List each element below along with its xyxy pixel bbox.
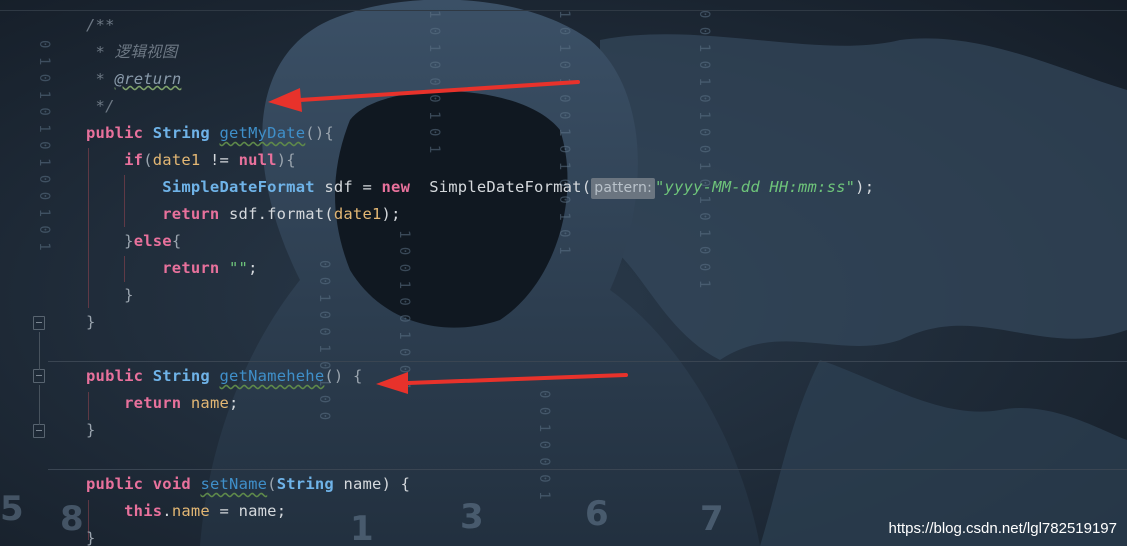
fold-icon[interactable] [33,424,45,438]
method-separator [48,361,1127,362]
code-line: } [86,417,96,444]
keyword-if: if [124,151,144,169]
signature-tail: (){ [305,124,334,142]
type-string: String [152,124,210,142]
fold-icon[interactable] [33,316,45,330]
code-line: }else{ [86,228,181,255]
code-line: /** [86,12,115,39]
code-line: this.name = name; [86,498,286,525]
keyword-return: return [124,394,182,412]
svg-text:1 0 0 1 0 0 1 0 0 1: 1 0 0 1 0 0 1 0 0 1 [396,230,412,390]
method-separator [48,469,1127,470]
code-line: * 逻辑视图 [86,39,178,66]
editor-screenshot: 0 1 0 1 0 1 0 1 0 0 1 0 1 0 0 1 0 0 1 0 … [0,0,1127,546]
brace: } [124,232,134,250]
annotation-arrow-icon [376,372,628,394]
field-name: name [190,394,230,412]
brace: } [86,529,96,546]
variable-date1: date1 [333,205,382,223]
javadoc-return-tag: @return [114,70,182,88]
code-line: public void setName(String name) { [86,471,410,498]
keyword-null: null [238,151,277,169]
svg-text:5: 5 [0,489,24,529]
hooded-figure-shape [200,0,760,546]
statement-end: ); [381,205,401,223]
svg-text:6: 6 [585,494,609,534]
paren: ( [267,475,277,493]
code-line: public String getNamehehe() { [86,363,363,390]
type-simpledateformat: SimpleDateFormat [162,178,315,196]
empty-string: "" [229,259,249,277]
assignment: = name; [209,502,287,520]
code-line: */ [86,93,115,120]
code-line: return ""; [86,255,258,282]
code-line: return name; [86,390,239,417]
top-separator [0,10,1127,11]
keyword-public: public [86,475,144,493]
field-name: name [171,502,210,520]
svg-text:0 0 1 0 0 0 1: 0 0 1 0 0 0 1 [536,390,552,500]
svg-text:8: 8 [60,499,84,539]
statement-end: ); [855,178,875,196]
variable-date1: date1 [152,151,201,169]
method-name-setname[interactable]: setName [200,475,267,493]
watermark-url: https://blog.csdn.net/lgl782519197 [888,520,1117,537]
svg-text:1 0 1 0 1 0 0 1 0 1 0 0 1 0 1: 1 0 1 0 1 0 0 1 0 1 0 0 1 0 1 [556,10,572,254]
code-line: return sdf.format(date1); [86,201,401,228]
brace: } [86,421,96,439]
svg-text:0 0 1 0 0 1 0 1 0 0: 0 0 1 0 0 1 0 1 0 0 [316,260,332,420]
comment-close: */ [95,97,115,115]
method-name-getmydate[interactable]: getMyDate [220,124,306,142]
keyword-void: void [152,475,191,493]
statement-end: ; [229,394,239,412]
keyword-this: this [124,502,163,520]
svg-text:1 0 1 0 0 0 1 0 1: 1 0 1 0 0 0 1 0 1 [426,10,442,153]
keyword-public: public [86,367,144,385]
operator: != [200,151,239,169]
annotation-arrow-icon [268,80,580,112]
statement-end: ; [248,259,258,277]
dot: . [162,502,172,520]
code-line: } [86,282,134,309]
code-line: * @return [86,66,182,93]
pattern-string: "yyyy-MM-dd HH:mm:ss" [655,178,856,196]
method-name-getnamehehe[interactable]: getNamehehe [220,367,325,385]
type-string: String [276,475,334,493]
svg-text:7: 7 [700,499,724,539]
keyword-return: return [162,259,220,277]
type-string: String [152,367,210,385]
keyword-else: else [133,232,172,250]
format-call: sdf.format( [219,205,334,223]
svg-text:1: 1 [350,509,374,546]
svg-text:0 0 1 0 1 0 1 0 0 1 0 1 0 1 0: 0 0 1 0 1 0 1 0 0 1 0 1 0 1 0 0 1 [696,10,712,288]
variable-sdf: sdf = [314,178,382,196]
brace: } [124,286,134,304]
parameter-name: name) { [333,475,411,493]
paren: ){ [276,151,296,169]
gutter-line [39,385,40,425]
svg-text:0 1 0 1 0 1 0 1 0 0 1 0 1: 0 1 0 1 0 1 0 1 0 0 1 0 1 [36,40,52,251]
code-line: if(date1 != null){ [86,147,296,174]
brace: } [86,313,96,331]
keyword-return: return [162,205,220,223]
gutter-line [39,332,40,370]
keyword-new: new [381,178,411,196]
comment-open: /** [86,16,115,34]
brace: { [171,232,182,250]
code-line: } [86,525,96,546]
code-line: public String getMyDate(){ [86,120,334,147]
fold-icon[interactable] [33,369,45,383]
code-line: SimpleDateFormat sdf = new SimpleDateFor… [86,174,874,201]
parameter-hint: pattern: [591,178,655,199]
paren: ( [143,151,153,169]
comment-text: 逻辑视图 [114,43,178,61]
comment-star: * [95,43,106,61]
signature-tail: () { [324,367,363,385]
svg-text:3: 3 [460,497,484,537]
comment-star: * [95,70,106,88]
constructor-call: SimpleDateFormat( [410,178,592,196]
code-line: } [86,309,96,336]
keyword-public: public [86,124,144,142]
